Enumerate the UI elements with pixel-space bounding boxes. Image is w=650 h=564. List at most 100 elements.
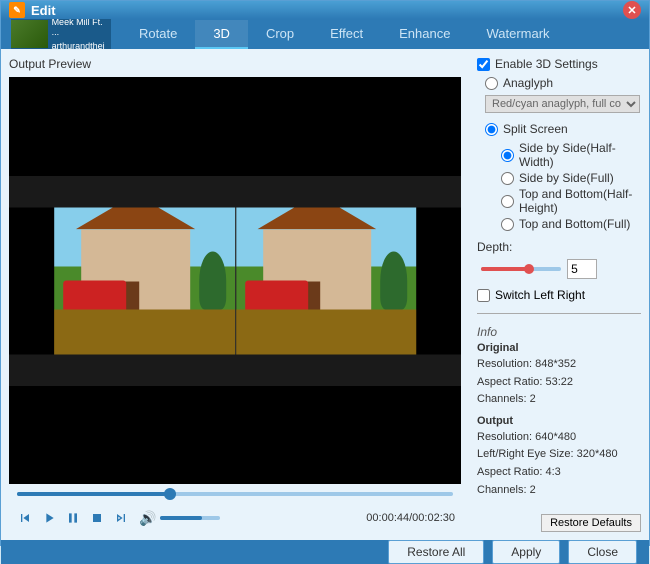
output-aspect: Aspect Ratio: 4:3 [477,464,641,482]
controls-row: 🔊 00:00:44/00:02:30 [9,504,461,532]
depth-input[interactable]: 5 [567,259,597,279]
anaglyph-dropdown-row: Red/cyan anaglyph, full color [485,95,641,113]
preview-label: Output Preview [9,57,461,71]
depth-slider-fill [481,267,529,271]
original-info-block: Original Resolution: 848*352 Aspect Rati… [477,342,641,409]
top-half-row: Top and Bottom(Half-Height) [501,187,641,215]
close-window-button[interactable]: ✕ [623,1,641,19]
video-content [54,207,416,354]
depth-control-row: 5 [481,259,641,279]
depth-slider[interactable] [481,267,561,271]
volume-icon: 🔊 [139,510,156,527]
info-title: Info [477,325,641,339]
pause-button[interactable] [63,508,83,528]
scrubber-area [9,484,461,504]
restore-defaults-button[interactable]: Restore Defaults [541,514,641,532]
split-screen-row: Split Screen [485,122,641,136]
original-resolution: Resolution: 848*352 [477,356,641,374]
road-left [54,310,235,354]
depth-thumb[interactable] [524,264,534,274]
top-full-radio[interactable] [501,218,514,231]
skip-back-button[interactable] [15,508,35,528]
enable3d-label: Enable 3D Settings [495,57,598,71]
left-panel: Output Preview [1,49,469,540]
file-info: Meek Mill Ft. ... arthurandthei [11,19,111,49]
tab-3d[interactable]: 3D [195,20,248,49]
car-right [245,281,308,310]
anaglyph-label: Anaglyph [503,76,553,90]
title-bar: ✎ Edit ✕ [1,1,649,19]
bottom-bar: Restore All Apply Close [1,540,649,564]
apply-button[interactable]: Apply [492,540,560,564]
title-icon: ✎ [9,2,25,18]
tab-watermark[interactable]: Watermark [468,20,567,49]
depth-label: Depth: [477,240,512,254]
original-aspect: Aspect Ratio: 53:22 [477,374,641,392]
switch-lr-checkbox[interactable] [477,289,490,302]
side-full-radio[interactable] [501,172,514,185]
volume-area: 🔊 [139,510,220,527]
anaglyph-select[interactable]: Red/cyan anaglyph, full color [485,95,640,113]
scrubber-fill [17,492,170,496]
scene-left [54,207,235,354]
scrubber-thumb[interactable] [164,488,176,500]
scrubber-track[interactable] [17,492,453,496]
output-resolution: Resolution: 640*480 [477,429,641,447]
anaglyph-radio[interactable] [485,77,498,90]
roof-right [258,207,377,229]
output-info-block: Output Resolution: 640*480 Left/Right Ey… [477,415,641,499]
play-button[interactable] [39,508,59,528]
video-container [9,77,461,484]
roof-left [76,207,195,229]
tab-crop[interactable]: Crop [248,20,312,49]
side-full-label: Side by Side(Full) [519,171,614,185]
trees-right [380,251,407,310]
side-half-row: Side by Side(Half-Width) [501,141,641,169]
enable3d-checkbox[interactable] [477,58,490,71]
time-display: 00:00:44/00:02:30 [366,512,455,524]
video-frame [9,176,461,386]
close-button[interactable]: Close [568,540,637,564]
output-eye-size: Left/Right Eye Size: 320*480 [477,446,641,464]
volume-fill [160,516,202,520]
thumb-image [11,20,48,48]
trees-left [199,251,226,310]
tab-rotate[interactable]: Rotate [121,20,195,49]
original-title: Original [477,342,641,354]
stop-button[interactable] [87,508,107,528]
tab-effect[interactable]: Effect [312,20,381,49]
anaglyph-row: Anaglyph [485,76,641,90]
car-left [63,281,126,310]
tab-enhance[interactable]: Enhance [381,20,468,49]
top-full-row: Top and Bottom(Full) [501,217,641,231]
top-half-radio[interactable] [501,195,514,208]
divider [477,313,641,314]
split-options-group: Side by Side(Half-Width) Side by Side(Fu… [493,141,641,231]
right-panel: Enable 3D Settings Anaglyph Red/cyan ana… [469,49,649,540]
side-full-row: Side by Side(Full) [501,171,641,185]
top-half-label: Top and Bottom(Half-Height) [519,187,641,215]
window-title: Edit [31,3,623,18]
depth-row: Depth: [477,240,641,254]
restore-all-button[interactable]: Restore All [388,540,484,564]
side-half-radio[interactable] [501,149,514,162]
enable3d-row: Enable 3D Settings [477,57,641,71]
volume-track[interactable] [160,516,220,520]
switch-lr-label: Switch Left Right [495,288,585,302]
output-title: Output [477,415,641,427]
top-full-label: Top and Bottom(Full) [519,217,630,231]
output-channels: Channels: 2 [477,482,641,500]
road-right [236,310,416,354]
original-channels: Channels: 2 [477,391,641,409]
file-subname: arthurandthei [50,39,109,49]
split-screen-radio[interactable] [485,123,498,136]
restore-defaults-row: Restore Defaults [477,514,641,532]
switch-lr-row: Switch Left Right [477,288,641,302]
skip-forward-button[interactable] [111,508,131,528]
video-image [9,176,461,386]
content-area: Output Preview [1,49,649,540]
edit-window: ✎ Edit ✕ Meek Mill Ft. ... arthurandthei… [0,0,650,546]
split-screen-label: Split Screen [503,122,568,136]
tabs-bar: Meek Mill Ft. ... arthurandthei Rotate 3… [1,19,649,49]
scene-right [235,207,416,354]
